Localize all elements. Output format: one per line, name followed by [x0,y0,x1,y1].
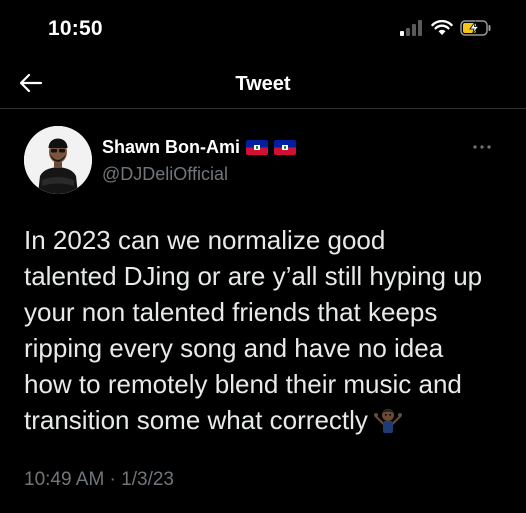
more-button[interactable] [470,140,494,150]
tweet-timestamp[interactable]: 10:49 AM · 1/3/23 [24,469,174,491]
status-time: 10:50 [48,17,103,40]
haiti-flag-icon [246,140,268,155]
nav-divider [0,108,526,109]
avatar[interactable] [24,126,92,194]
tweet-text-content: In 2023 can we normalize good talented D… [24,225,483,435]
page-title: Tweet [235,73,291,95]
nav-bar: Tweet [0,62,526,108]
haiti-flag-icon [274,140,296,155]
display-name-row[interactable]: Shawn Bon-Ami [102,137,296,158]
signal-icon [400,19,424,41]
wifi-icon [431,19,453,41]
tweet-text: In 2023 can we normalize good talented D… [24,222,516,442]
display-name[interactable]: Shawn Bon-Ami [102,137,240,158]
author-handle[interactable]: @DJDeliOfficial [102,164,228,185]
person-shrugging-emoji [373,405,402,442]
battery-charging-icon [460,19,492,41]
tweet-author: Shawn Bon-Ami @DJDeliOfficial [24,124,504,196]
more-dots-icon [473,136,491,154]
status-icons [400,19,492,41]
status-bar: 10:50 [0,0,526,60]
